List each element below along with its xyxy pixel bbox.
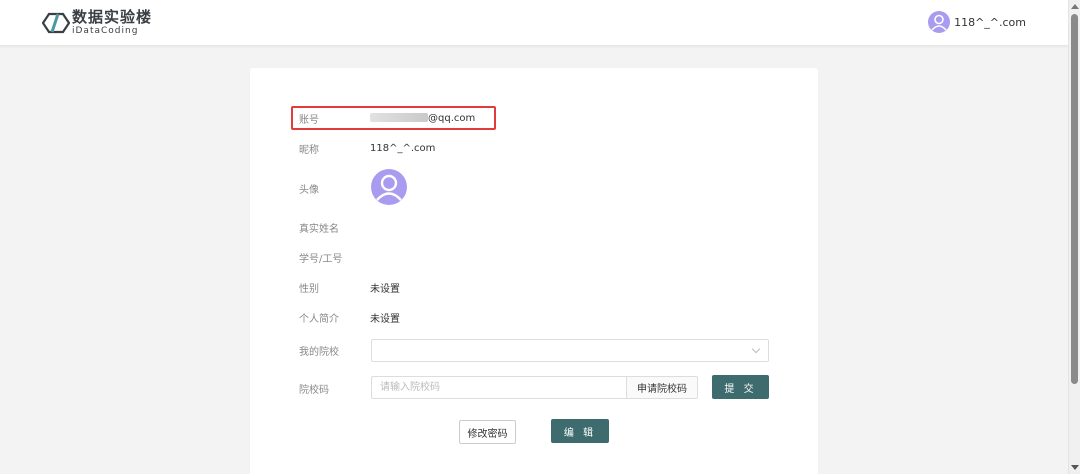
- user-avatar-icon[interactable]: [928, 11, 951, 33]
- page-scrollbar[interactable]: [1068, 0, 1080, 474]
- school-label: 我的院校: [299, 346, 339, 358]
- realname-label: 真实姓名: [299, 223, 339, 235]
- user-menu[interactable]: 118^_^.com: [928, 11, 1026, 33]
- scroll-up-icon[interactable]: [1071, 4, 1079, 9]
- school-code-input[interactable]: [371, 376, 627, 399]
- bio-value: 未设置: [370, 313, 400, 325]
- profile-avatar[interactable]: [371, 169, 407, 205]
- logo-subtitle: iDataCoding: [72, 26, 139, 36]
- nickname-label: 昵称: [299, 144, 319, 156]
- school-code-label: 院校码: [299, 384, 329, 396]
- scroll-down-icon[interactable]: [1071, 465, 1079, 470]
- account-highlight-box: [291, 106, 496, 130]
- edit-button[interactable]: 编 辑: [551, 419, 609, 443]
- scrollbar-thumb[interactable]: [1071, 14, 1078, 384]
- apply-school-code-button[interactable]: 申请院校码: [626, 376, 698, 399]
- nickname-value: 118^_^.com: [370, 142, 436, 154]
- change-password-button[interactable]: 修改密码: [459, 420, 516, 444]
- logo[interactable]: 数据实验楼 iDataCoding: [42, 9, 152, 37]
- gender-value: 未设置: [370, 283, 400, 295]
- logo-text: 数据实验楼 iDataCoding: [72, 10, 152, 36]
- chevron-down-icon[interactable]: [751, 344, 761, 354]
- user-avatar-icon: [376, 174, 402, 201]
- submit-button[interactable]: 提 交: [712, 375, 769, 399]
- logo-icon: [42, 12, 70, 34]
- school-select[interactable]: [371, 339, 769, 362]
- top-navigation-bar: 数据实验楼 iDataCoding 118^_^.com: [0, 0, 1068, 46]
- gender-label: 性别: [299, 283, 319, 295]
- username-label[interactable]: 118^_^.com: [954, 16, 1026, 29]
- student-id-label: 学号/工号: [299, 253, 343, 265]
- bio-label: 个人简介: [299, 313, 339, 325]
- avatar-label: 头像: [299, 184, 319, 196]
- logo-title: 数据实验楼: [72, 8, 153, 26]
